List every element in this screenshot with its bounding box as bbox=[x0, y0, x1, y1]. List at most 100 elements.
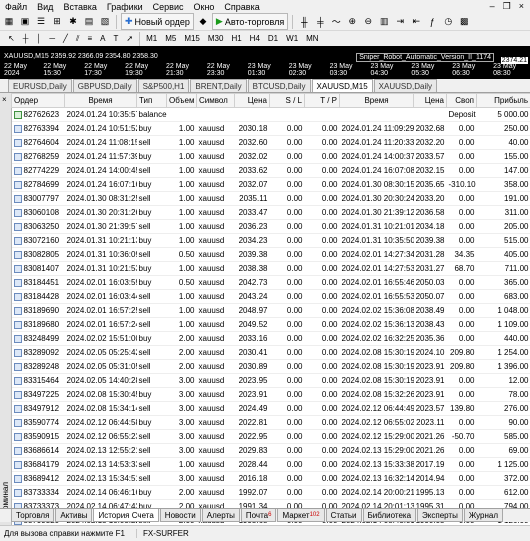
column-header[interactable]: Время bbox=[340, 94, 414, 108]
table-row[interactable]: 830601082024.01.30 20:31:26buy1.00xauusd… bbox=[12, 206, 530, 220]
table-row[interactable]: 835907742024.02.12 06:44:58buy3.00xauusd… bbox=[12, 416, 530, 430]
horizontal-line-icon[interactable]: ─ bbox=[45, 34, 59, 43]
table-row[interactable]: 833154642024.02.05 14:40:28sell3.00xauus… bbox=[12, 374, 530, 388]
line-chart-icon[interactable]: 〜 bbox=[329, 15, 343, 29]
timeframe-button[interactable]: H4 bbox=[246, 34, 264, 43]
terminal-tab[interactable]: Алерты bbox=[202, 509, 240, 522]
chart-tab[interactable]: GBPUSD,Daily bbox=[73, 79, 137, 92]
chart-shift-icon[interactable]: ⇤ bbox=[409, 15, 423, 29]
table-row[interactable]: 830814072024.01.31 10:21:53buy1.00xauusd… bbox=[12, 262, 530, 276]
new-chart-icon[interactable]: ▦ bbox=[2, 15, 16, 29]
crosshair-icon[interactable]: ┼ bbox=[19, 34, 33, 43]
table-row[interactable]: 832892482024.02.05 05:31:05sell2.00xauus… bbox=[12, 360, 530, 374]
table-row[interactable]: 832484992024.02.02 15:51:00buy2.00xauusd… bbox=[12, 332, 530, 346]
zoom-in-icon[interactable]: ⊕ bbox=[345, 15, 359, 29]
terminal-icon[interactable]: ▤ bbox=[82, 15, 96, 29]
indicators-icon[interactable]: ƒ bbox=[425, 15, 439, 29]
table-row[interactable]: 827846992024.01.24 16:07:16buy1.00xauusd… bbox=[12, 178, 530, 192]
chart-tab[interactable]: BTCUSD,Daily bbox=[248, 79, 311, 92]
terminal-tab[interactable]: Эксперты bbox=[417, 509, 463, 522]
column-header[interactable]: Прибыль bbox=[477, 94, 530, 108]
close-icon[interactable]: × bbox=[2, 95, 7, 104]
minimize-icon[interactable]: – bbox=[490, 1, 495, 12]
column-header[interactable]: Символ bbox=[197, 94, 235, 108]
menu-item[interactable]: Окно bbox=[189, 2, 220, 12]
table-row[interactable]: 836894122024.02.13 15:34:51sell3.00xauus… bbox=[12, 472, 530, 486]
terminal-tab[interactable]: Журнал bbox=[464, 509, 503, 522]
tile-windows-icon[interactable]: ▥ bbox=[377, 15, 391, 29]
timeframe-button[interactable]: W1 bbox=[282, 34, 302, 43]
tester-icon[interactable]: ▧ bbox=[98, 15, 112, 29]
arrows-tool-icon[interactable]: ➚ bbox=[122, 34, 137, 43]
column-header[interactable]: Тип bbox=[137, 94, 167, 108]
restore-icon[interactable]: ❐ bbox=[503, 1, 511, 12]
table-row[interactable]: 827646042024.01.24 11:08:15sell1.00xauus… bbox=[12, 136, 530, 150]
trendline-icon[interactable]: ╱ bbox=[59, 34, 72, 43]
periods-icon[interactable]: ◷ bbox=[441, 15, 455, 29]
timeframe-button[interactable]: D1 bbox=[264, 34, 282, 43]
column-header[interactable]: Цена bbox=[235, 94, 270, 108]
terminal-tab[interactable]: Статьи bbox=[326, 509, 362, 522]
table-row[interactable]: 830721602024.01.31 10:21:13buy1.00xauusd… bbox=[12, 234, 530, 248]
chart-tab[interactable]: S&P500,H1 bbox=[138, 79, 190, 92]
zoom-out-icon[interactable]: ⊖ bbox=[361, 15, 375, 29]
table-row[interactable]: 831896902024.02.01 16:57:25sell1.00xauus… bbox=[12, 304, 530, 318]
close-icon[interactable]: × bbox=[519, 1, 524, 12]
timeframe-button[interactable]: H1 bbox=[227, 34, 245, 43]
fibonacci-icon[interactable]: ≡ bbox=[83, 34, 96, 43]
cursor-icon[interactable]: ↖ bbox=[4, 34, 19, 43]
terminal-tab[interactable]: Новости bbox=[160, 509, 201, 522]
table-row[interactable]: 827742292024.01.24 14:00:45sell1.00xauus… bbox=[12, 164, 530, 178]
column-header[interactable]: S / L bbox=[270, 94, 305, 108]
menu-item[interactable]: Файл bbox=[0, 2, 32, 12]
table-row[interactable]: 830632502024.01.30 21:39:57sell1.00xauus… bbox=[12, 220, 530, 234]
menu-item[interactable]: Графики bbox=[102, 2, 148, 12]
chart-tab[interactable]: XAUUSD,Daily bbox=[374, 79, 437, 92]
terminal-tab[interactable]: Торговля bbox=[11, 509, 54, 522]
auto-trading-button[interactable]: ▶ Авто-торговля bbox=[212, 13, 288, 30]
menu-item[interactable]: Справка bbox=[219, 2, 264, 12]
channel-icon[interactable]: ⫽ bbox=[72, 34, 84, 44]
table-row[interactable]: 837333342024.02.14 06:46:16buy2.00xauusd… bbox=[12, 486, 530, 500]
column-header[interactable]: T / P bbox=[305, 94, 340, 108]
label-tool-icon[interactable]: T bbox=[109, 34, 122, 43]
table-row[interactable]: 834972252024.02.08 15:30:45buy3.00xauusd… bbox=[12, 388, 530, 402]
templates-icon[interactable]: ▩ bbox=[457, 15, 471, 29]
terminal-tab[interactable]: Активы bbox=[55, 509, 92, 522]
menu-item[interactable]: Вид bbox=[32, 2, 58, 12]
column-header[interactable]: Время bbox=[65, 94, 137, 108]
timeframe-button[interactable]: M30 bbox=[204, 34, 228, 43]
table-row[interactable]: 835909152024.02.12 06:55:23sell3.00xauus… bbox=[12, 430, 530, 444]
terminal-tab[interactable]: Почта6 bbox=[241, 509, 277, 522]
table-row[interactable]: 830077972024.01.30 08:31:25sell1.00xauus… bbox=[12, 192, 530, 206]
timeframe-button[interactable]: MN bbox=[302, 34, 322, 43]
table-row[interactable]: 827682592024.01.24 11:57:39buy1.00xauusd… bbox=[12, 150, 530, 164]
terminal-tab[interactable]: Библиотека bbox=[363, 509, 417, 522]
chart-tab[interactable]: XAUUSD,M15 bbox=[312, 79, 373, 92]
profiles-icon[interactable]: ▣ bbox=[18, 15, 32, 29]
bar-chart-icon[interactable]: ╫ bbox=[297, 15, 311, 29]
table-row[interactable]: 831896802024.02.01 16:57:24sell1.00xauus… bbox=[12, 318, 530, 332]
table-row[interactable]: 834979122024.02.08 15:34:14sell3.00xauus… bbox=[12, 402, 530, 416]
table-row[interactable]: 836841792024.02.13 14:53:33sell1.00xauus… bbox=[12, 458, 530, 472]
terminal-tab[interactable]: История Счета bbox=[93, 509, 158, 522]
navigator-icon[interactable]: ✱ bbox=[66, 15, 80, 29]
chart-tab[interactable]: BRENT,Daily bbox=[190, 79, 246, 92]
column-header[interactable]: Ордер bbox=[12, 94, 65, 108]
timeframe-button[interactable]: M5 bbox=[161, 34, 180, 43]
table-row[interactable]: 831844512024.02.01 16:03:59buy0.50xauusd… bbox=[12, 276, 530, 290]
data-window-icon[interactable]: ⊞ bbox=[50, 15, 64, 29]
table-row[interactable]: 827626232024.01.24 10:35:57balanceDeposi… bbox=[12, 108, 530, 122]
expert-advisor-label[interactable]: Sniper_Robot_Automatic_Version_II_1174 bbox=[356, 53, 494, 62]
candlestick-icon[interactable]: ╪ bbox=[313, 15, 327, 29]
autoscroll-icon[interactable]: ⇥ bbox=[393, 15, 407, 29]
column-header[interactable]: Своп bbox=[447, 94, 477, 108]
table-row[interactable]: 830828052024.01.31 10:36:09sell0.50xauus… bbox=[12, 248, 530, 262]
vertical-line-icon[interactable]: │ bbox=[32, 34, 45, 43]
table-row[interactable]: 832890922024.02.05 05:25:42sell2.00xauus… bbox=[12, 346, 530, 360]
timeframe-button[interactable]: M1 bbox=[142, 34, 161, 43]
terminal-tab[interactable]: Маркет102 bbox=[277, 509, 324, 522]
column-header[interactable]: Объем bbox=[167, 94, 197, 108]
new-order-button[interactable]: ✚ Новый ордер bbox=[121, 13, 194, 30]
metaeditor-icon[interactable]: ◆ bbox=[196, 15, 210, 29]
